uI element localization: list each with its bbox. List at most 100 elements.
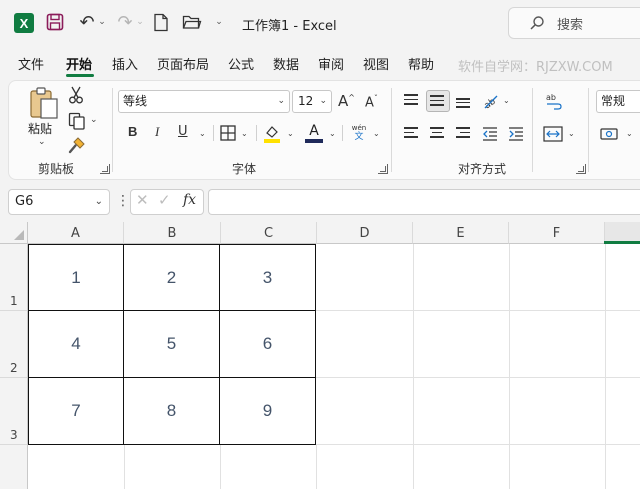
cut-scissors-icon[interactable]: [68, 86, 84, 104]
tab-page-layout[interactable]: 页面布局: [157, 54, 209, 73]
accounting-dropdown-chevron-icon[interactable]: ⌄: [626, 129, 633, 138]
underline-button[interactable]: U: [178, 124, 188, 139]
gridline: [220, 444, 221, 489]
svg-text:ab: ab: [546, 93, 556, 102]
increase-font-size-icon[interactable]: A^: [338, 92, 355, 110]
formula-input[interactable]: [208, 189, 640, 215]
tab-data[interactable]: 数据: [273, 54, 299, 73]
column-header-f[interactable]: F: [509, 222, 605, 244]
bold-button[interactable]: B: [128, 124, 137, 139]
group-divider: [532, 88, 533, 172]
cell-c1[interactable]: 3: [220, 244, 316, 311]
alignment-launcher-icon[interactable]: [576, 164, 586, 174]
column-header-d[interactable]: D: [317, 222, 413, 244]
title-bar: X ↶ ⌄ ↷ ⌄ ⌄ 工作簿1 - Excel 搜索: [0, 0, 640, 46]
search-icon: [530, 16, 544, 30]
cell-a1[interactable]: 1: [28, 244, 124, 311]
row-header-1[interactable]: 1: [0, 244, 28, 311]
cell-a3[interactable]: 7: [28, 378, 124, 445]
increase-indent-icon[interactable]: [508, 126, 524, 142]
format-painter-icon[interactable]: [68, 136, 86, 154]
redo-icon[interactable]: ↷: [114, 12, 136, 33]
row-header-2[interactable]: 2: [0, 311, 28, 378]
borders-icon[interactable]: [220, 125, 236, 141]
redo-dropdown-chevron-icon[interactable]: ⌄: [135, 17, 145, 27]
wrap-text-icon[interactable]: ab: [545, 92, 563, 110]
new-file-icon[interactable]: [152, 12, 170, 32]
open-folder-icon[interactable]: [181, 13, 203, 31]
search-placeholder: 搜索: [557, 17, 584, 33]
cell-b2[interactable]: 5: [124, 311, 220, 378]
group-divider: [588, 88, 589, 172]
cell-b1[interactable]: 2: [124, 244, 220, 311]
paste-dropdown-chevron-icon[interactable]: ⌄: [38, 137, 46, 147]
fill-color-dropdown-chevron-icon[interactable]: ⌄: [287, 129, 294, 138]
tab-home[interactable]: 开始: [66, 54, 92, 73]
cancel-icon[interactable]: ✕: [136, 191, 149, 209]
cell-c2[interactable]: 6: [220, 311, 316, 378]
cell-c3[interactable]: 9: [220, 378, 316, 445]
merge-center-icon[interactable]: [543, 126, 563, 142]
excel-logo-icon: X: [14, 13, 34, 33]
clipboard-group-label: 剪贴板: [38, 162, 75, 176]
decrease-indent-icon[interactable]: [482, 126, 498, 142]
tab-view[interactable]: 视图: [363, 54, 389, 73]
number-format-select[interactable]: 常规: [596, 90, 640, 113]
save-icon[interactable]: [46, 13, 64, 31]
align-left-icon[interactable]: [404, 127, 420, 141]
tab-file[interactable]: 文件: [18, 54, 44, 73]
tab-insert[interactable]: 插入: [112, 54, 138, 73]
name-box[interactable]: G6 ⌄: [8, 189, 110, 215]
copy-icon[interactable]: [68, 112, 86, 130]
tab-formulas[interactable]: 公式: [228, 54, 254, 73]
italic-button[interactable]: I: [155, 124, 159, 140]
font-launcher-icon[interactable]: [378, 164, 388, 174]
paste-icon[interactable]: [28, 86, 60, 120]
alignment-group-label: 对齐方式: [458, 162, 507, 176]
enter-check-icon[interactable]: ✓: [158, 191, 171, 209]
cell-b3[interactable]: 8: [124, 378, 220, 445]
insert-function-icon[interactable]: fx: [183, 192, 196, 208]
tab-help[interactable]: 帮助: [408, 54, 434, 73]
more-options-icon[interactable]: ⋮: [116, 193, 130, 209]
merge-dropdown-chevron-icon[interactable]: ⌄: [568, 129, 575, 138]
orientation-icon[interactable]: ab: [482, 92, 500, 111]
row-header-4[interactable]: [0, 445, 28, 489]
active-tab-indicator: [66, 74, 94, 77]
align-center-icon[interactable]: [430, 127, 446, 141]
decrease-font-size-icon[interactable]: Aˇ: [365, 94, 378, 110]
font-name-select[interactable]: 等线 ⌄: [118, 90, 290, 113]
clipboard-launcher-icon[interactable]: [100, 164, 110, 174]
column-header-c[interactable]: C: [221, 222, 317, 244]
orientation-dropdown-chevron-icon[interactable]: ⌄: [503, 96, 510, 105]
row-header-3[interactable]: 3: [0, 378, 28, 445]
font-color-icon[interactable]: A: [305, 123, 323, 143]
tab-review[interactable]: 审阅: [318, 54, 344, 73]
paste-button-label[interactable]: 粘贴: [28, 120, 52, 137]
borders-dropdown-chevron-icon[interactable]: ⌄: [241, 129, 248, 138]
undo-icon[interactable]: ↶: [76, 12, 98, 33]
font-color-dropdown-chevron-icon[interactable]: ⌄: [329, 129, 336, 138]
underline-dropdown-chevron-icon[interactable]: ⌄: [199, 129, 206, 138]
customize-qat-chevron-icon[interactable]: ⌄: [214, 17, 224, 27]
undo-dropdown-chevron-icon[interactable]: ⌄: [97, 17, 107, 27]
copy-dropdown-chevron-icon[interactable]: ⌄: [90, 115, 98, 125]
align-right-icon[interactable]: [456, 127, 472, 141]
search-box[interactable]: 搜索: [508, 7, 640, 39]
column-header-e[interactable]: E: [413, 222, 509, 244]
select-all-corner[interactable]: [0, 222, 28, 244]
phonetic-dropdown-chevron-icon[interactable]: ⌄: [373, 129, 380, 138]
group-divider: [391, 88, 392, 172]
cell-a2[interactable]: 4: [28, 311, 124, 378]
window-title: 工作簿1 - Excel: [242, 19, 337, 34]
fill-color-icon[interactable]: [263, 124, 281, 144]
align-bottom-icon[interactable]: [456, 98, 472, 112]
column-header-b[interactable]: B: [124, 222, 221, 244]
align-top-icon[interactable]: [404, 94, 420, 108]
align-middle-icon: [430, 95, 446, 109]
font-group-label: 字体: [232, 162, 257, 176]
accounting-format-icon[interactable]: [600, 126, 620, 142]
font-size-select[interactable]: 12 ⌄: [292, 90, 332, 113]
phonetic-guide-icon[interactable]: wén 文: [349, 124, 369, 144]
column-header-a[interactable]: A: [28, 222, 124, 244]
